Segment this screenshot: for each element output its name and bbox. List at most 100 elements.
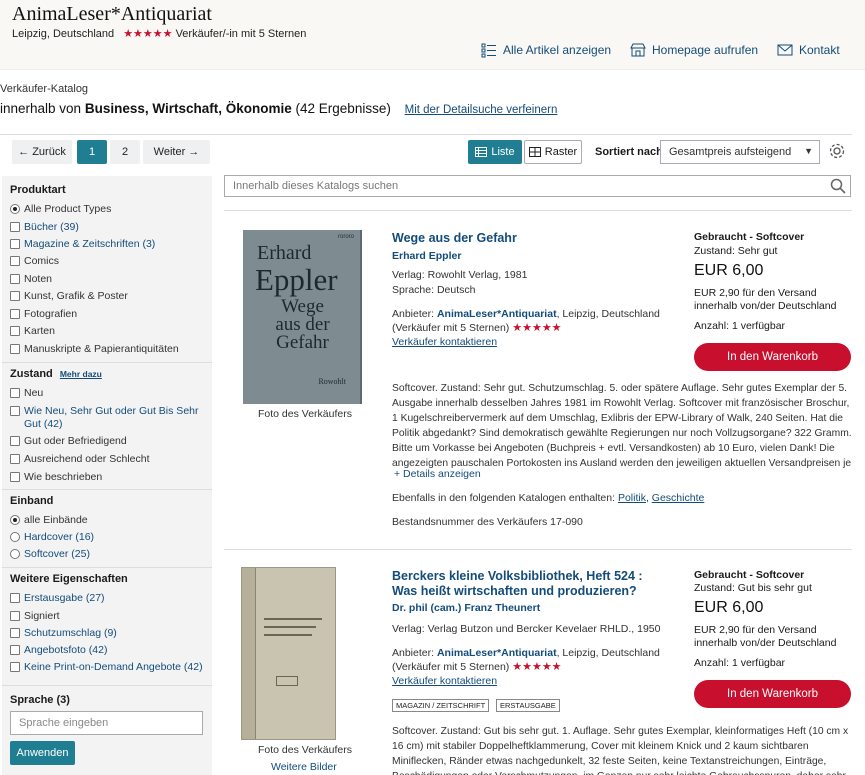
checkbox[interactable] [10, 291, 20, 301]
filter-label: Hardcover (16) [24, 531, 95, 543]
checkbox[interactable] [10, 344, 20, 354]
filter-label: Gut oder Befriedigend [24, 435, 127, 447]
filter-sheet-music[interactable]: Noten [10, 273, 52, 286]
radio-selected[interactable] [10, 515, 20, 525]
filter-new[interactable]: Neu [10, 387, 43, 400]
catalog-link-politics[interactable]: Politik [618, 492, 646, 504]
filter-first-edition[interactable]: Erstausgabe (27) [10, 592, 105, 605]
filter-no-print-on-demand[interactable]: Keine Print-on-Demand Angebote (42) [10, 661, 203, 674]
contact-seller-link[interactable]: Verkäufer kontaktieren [392, 336, 497, 348]
previous-page-button[interactable]: ← Zurück [12, 140, 72, 164]
catalog-link-history[interactable]: Geschichte [652, 492, 705, 504]
book-cover-image[interactable]: rororo Erhard Eppler Wege aus der Gefahr… [243, 230, 362, 404]
seller-link[interactable]: AnimaLeser*Antiquariat [437, 308, 557, 320]
page-2-button[interactable]: 2 [110, 140, 140, 164]
listing-author-link[interactable]: Erhard Eppler [392, 250, 461, 262]
also-in-catalogs: Ebenfalls in den folgenden Katalogen ent… [392, 492, 705, 504]
filter-seller-photo[interactable]: Angebotsfoto (42) [10, 644, 107, 657]
checkbox[interactable] [10, 274, 20, 284]
filter-magazines[interactable]: Magazine & Zeitschriften (3) [10, 238, 155, 251]
filter-like-new[interactable]: Wie Neu, Sehr Gut oder Gut Bis Sehr Gut … [10, 405, 205, 431]
filter-label: Wie Neu, Sehr Gut oder Gut Bis Sehr Gut … [24, 405, 199, 430]
filter-label: Magazine & Zeitschriften (3) [24, 238, 156, 250]
checkbox[interactable] [10, 436, 20, 446]
refine-search-link[interactable]: Mit der Detailsuche verfeinern [405, 104, 558, 116]
listing-binding: Gebraucht - Softcover [694, 569, 805, 581]
listing-seller-info: Anbieter: AnimaLeser*Antiquariat, Leipzi… [392, 307, 662, 349]
checkbox[interactable] [10, 472, 20, 482]
catalog-search-input[interactable]: Innerhalb dieses Katalogs suchen [224, 175, 851, 197]
settings-gear-icon[interactable] [828, 142, 846, 163]
filter-photos[interactable]: Fotografien [10, 308, 77, 321]
grid-view-button[interactable]: Raster [524, 140, 582, 164]
page-1-button[interactable]: 1 [77, 140, 107, 164]
rating-stars: ★★★★★ [512, 661, 562, 673]
filter-as-described[interactable]: Wie beschrieben [10, 471, 102, 484]
filter-all-product-types[interactable]: Alle Product Types [10, 203, 111, 216]
listing-shipping[interactable]: EUR 2,90 für den Versand innerhalb von/d… [694, 624, 844, 650]
checkbox[interactable] [10, 239, 20, 249]
condition-heading-text: Zustand [10, 368, 53, 380]
list-view-button[interactable]: Liste [468, 140, 522, 164]
seller-name: AnimaLeser*Antiquariat [12, 3, 212, 25]
checkbox[interactable] [10, 662, 20, 672]
filter-hardcover[interactable]: Hardcover (16) [10, 531, 94, 544]
homepage-link[interactable]: Homepage aufrufen [630, 42, 758, 58]
listing-publisher: Verlag: Verlag Butzon und Bercker Kevela… [392, 623, 661, 635]
storefront-icon [630, 43, 646, 57]
more-images-link[interactable]: Weitere Bilder [271, 761, 337, 773]
checkbox[interactable] [10, 326, 20, 336]
filter-signed[interactable]: Signiert [10, 610, 60, 623]
contact-link[interactable]: Kontakt [777, 42, 840, 58]
next-page-button[interactable]: Weiter → [143, 140, 210, 164]
filter-books[interactable]: Bücher (39) [10, 221, 79, 234]
checkbox[interactable] [10, 611, 20, 621]
book-cover-image[interactable] [241, 567, 336, 740]
listing-price: EUR 6,00 [694, 262, 764, 279]
filter-fair[interactable]: Ausreichend oder Schlecht [10, 453, 150, 466]
checkbox[interactable] [10, 454, 20, 464]
filter-softcover[interactable]: Softcover (25) [10, 548, 90, 561]
contact-seller-link[interactable]: Verkäufer kontaktieren [392, 675, 497, 687]
filter-maps[interactable]: Karten [10, 325, 55, 338]
sort-select[interactable]: Gesamtpreis aufsteigend ▼ [660, 140, 820, 164]
listing-title-link[interactable]: Berckers kleine Volksbibliothek, Heft 52… [392, 569, 662, 599]
filter-comics[interactable]: Comics [10, 255, 59, 268]
show-details-link[interactable]: + Details anzeigen [394, 467, 481, 481]
filter-label: Fotografien [24, 308, 78, 320]
checkbox[interactable] [10, 645, 20, 655]
checkbox[interactable] [10, 593, 20, 603]
filter-all-bindings[interactable]: alle Einbände [10, 514, 88, 527]
radio[interactable] [10, 532, 20, 542]
seller-link[interactable]: AnimaLeser*Antiquariat [437, 647, 557, 659]
filter-dust-jacket[interactable]: Schutzumschlag (9) [10, 627, 117, 640]
add-to-cart-button[interactable]: In den Warenkorb [694, 343, 851, 371]
condition-more-link[interactable]: Mehr dazu [60, 369, 102, 379]
add-to-cart-button[interactable]: In den Warenkorb [694, 680, 851, 708]
seller-location: , Leipzig, Deutschland [556, 647, 660, 659]
checkbox[interactable] [10, 388, 20, 398]
apply-button[interactable]: Anwenden [10, 741, 75, 765]
listing-condition: Zustand: Sehr gut [694, 245, 778, 257]
filter-good[interactable]: Gut oder Befriedigend [10, 435, 127, 448]
checkbox[interactable] [10, 309, 20, 319]
listing-title-link[interactable]: Wege aus der Gefahr [392, 231, 517, 246]
checkbox[interactable] [10, 406, 20, 416]
checkbox[interactable] [10, 256, 20, 266]
filter-manuscripts[interactable]: Manuskripte & Papierantiquitäten [10, 343, 179, 356]
filter-label: Kunst, Grafik & Poster [24, 290, 128, 302]
search-icon[interactable] [830, 178, 846, 197]
listing-publisher: Verlag: Rowohlt Verlag, 1981 [392, 269, 528, 281]
seller-location-text: Leipzig, Deutschland [12, 28, 115, 40]
radio-selected[interactable] [10, 204, 20, 214]
checkbox[interactable] [10, 222, 20, 232]
filter-art[interactable]: Kunst, Grafik & Poster [10, 290, 128, 303]
product-type-heading: Produktart [10, 184, 66, 196]
all-items-link[interactable]: Alle Artikel anzeigen [481, 42, 611, 58]
radio[interactable] [10, 549, 20, 559]
sort-label: Sortiert nach [595, 146, 663, 158]
listing-shipping[interactable]: EUR 2,90 für den Versand innerhalb von/d… [694, 287, 844, 313]
checkbox[interactable] [10, 628, 20, 638]
language-input[interactable]: Sprache eingeben [10, 711, 203, 735]
listing-author-link[interactable]: Dr. phil (cam.) Franz Theunert [392, 602, 540, 614]
